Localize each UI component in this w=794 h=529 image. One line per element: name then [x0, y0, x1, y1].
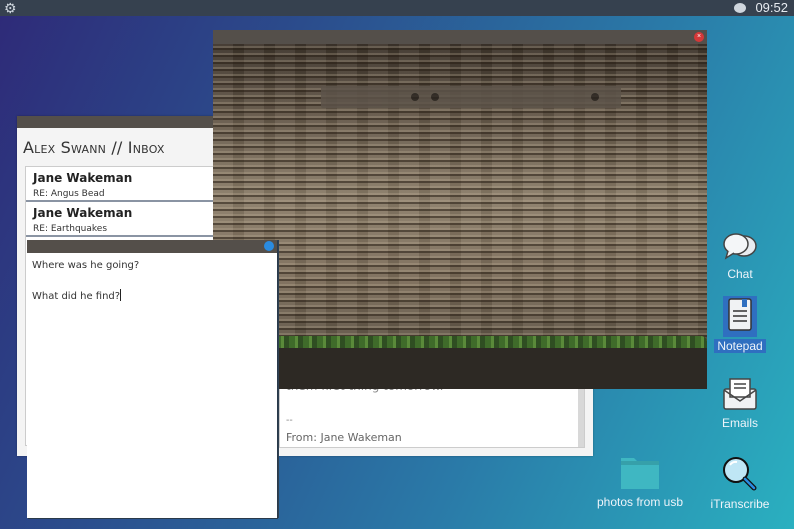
desktop-icon-notepad[interactable]: Notepad	[712, 296, 768, 353]
desktop-icon-emails[interactable]: Emails	[712, 377, 768, 430]
wall-plank	[321, 86, 621, 108]
text-cursor	[120, 289, 122, 301]
pin-icon[interactable]	[264, 241, 274, 251]
notepad-textarea[interactable]: Where was he going? What did he find?	[32, 258, 139, 305]
mail-list-item[interactable]: Jane Wakeman RE: Angus Bead 03/	[26, 167, 232, 202]
folder-icon	[621, 458, 659, 489]
magnifier-icon	[723, 457, 757, 491]
notepad-icon-wrapper	[723, 296, 757, 337]
chat-icon	[723, 233, 757, 260]
top-bar: ⚙ 09:52	[0, 0, 794, 16]
desktop-icon-label: Emails	[721, 416, 758, 430]
desktop-icon-chat[interactable]: Chat	[712, 232, 768, 281]
gear-icon[interactable]: ⚙	[4, 0, 17, 16]
notepad-text: Where was he going? What did he find?	[32, 260, 140, 302]
desktop-icon-label: photos from usb	[596, 495, 684, 509]
desktop-icon-photos-folder[interactable]: photos from usb	[590, 456, 690, 509]
desktop-icon-itranscribe[interactable]: iTranscribe	[704, 456, 776, 511]
photo-viewer-window: ×	[213, 30, 707, 389]
chat-bubble-icon[interactable]	[734, 3, 746, 13]
notepad-titlebar[interactable]	[27, 240, 277, 253]
stone-wall-photo	[213, 44, 707, 389]
close-icon[interactable]: ×	[694, 32, 704, 42]
desktop-icon-label: Chat	[727, 267, 753, 281]
mail-subject: RE: Angus Bead	[33, 189, 105, 199]
email-signature-separator: --	[286, 415, 293, 426]
mail-subject: RE: Earthquakes	[33, 224, 108, 234]
notepad-icon	[728, 298, 752, 331]
mail-list-item[interactable]: Jane Wakeman RE: Earthquakes 03/	[26, 202, 232, 237]
desktop-icon-label: iTranscribe	[710, 497, 770, 511]
inbox-title: Alex Swann // Inbox	[23, 138, 165, 157]
ground	[275, 348, 707, 389]
inbox-titlebar[interactable]	[17, 116, 217, 128]
notepad-window: Where was he going? What did he find?	[27, 240, 277, 518]
mail-sender: Jane Wakeman	[33, 171, 133, 185]
clock: 09:52	[755, 0, 788, 15]
desktop-icon-label: Notepad	[714, 339, 766, 353]
email-icon	[723, 378, 757, 410]
email-signature: From: Jane Wakeman	[286, 431, 402, 444]
mail-sender: Jane Wakeman	[33, 206, 133, 220]
photo-titlebar[interactable]: ×	[213, 30, 707, 44]
